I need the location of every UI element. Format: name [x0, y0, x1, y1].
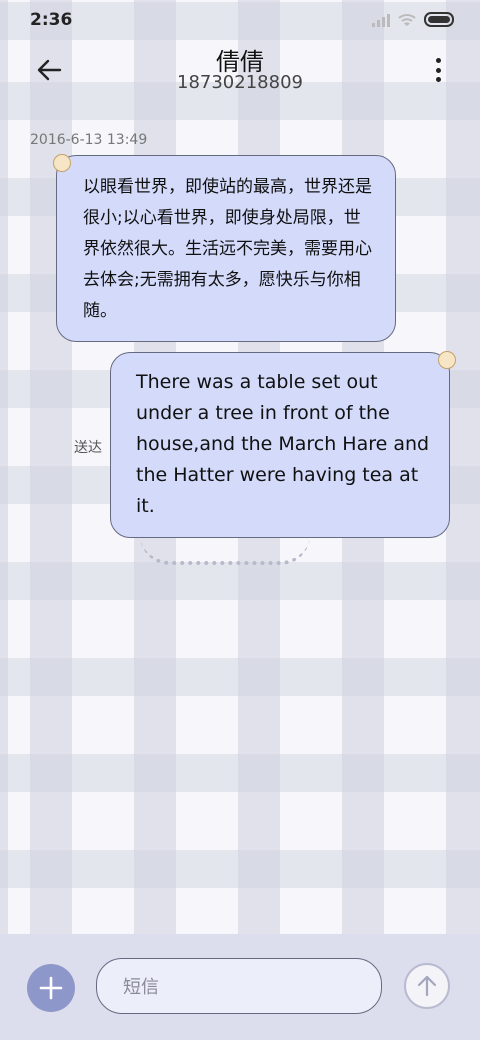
outgoing-message-bubble[interactable]: There was a table set out under a tree i… — [110, 352, 450, 538]
message-timestamp: 2016-6-13 13:49 — [30, 132, 148, 148]
send-button[interactable] — [404, 963, 450, 1009]
sticker-decoration-icon — [53, 154, 71, 172]
status-bar: 2:36 — [0, 0, 480, 40]
message-input[interactable] — [121, 973, 365, 1001]
arrow-up-icon — [417, 975, 437, 997]
more-options-button[interactable] — [434, 58, 442, 82]
delivery-status: 送达 — [74, 440, 102, 456]
status-icons — [372, 12, 454, 27]
outgoing-message-text: There was a table set out under a tree i… — [136, 371, 430, 517]
composer-bar — [0, 934, 480, 1040]
battery-icon — [424, 12, 454, 27]
plus-icon — [39, 976, 63, 1000]
status-time: 2:36 — [30, 10, 73, 30]
more-vertical-icon — [435, 58, 441, 63]
contact-phone-number: 18730218809 — [177, 72, 303, 93]
incoming-message-text: 以眼看世界，即使站的最高，世界还是很小;以心看世界，即使身处局限，世界依然很大。… — [83, 177, 372, 321]
conversation-header: 倩倩 18730218809 — [0, 40, 480, 110]
wifi-icon — [398, 13, 416, 26]
message-input-container[interactable] — [96, 958, 382, 1014]
incoming-message-bubble[interactable]: 以眼看世界，即使站的最高，世界还是很小;以心看世界，即使身处局限，世界依然很大。… — [56, 155, 396, 342]
sticker-decoration-icon — [438, 351, 456, 369]
decorative-shadow — [140, 535, 310, 565]
signal-icon — [372, 13, 390, 27]
add-attachment-button[interactable] — [27, 964, 75, 1012]
